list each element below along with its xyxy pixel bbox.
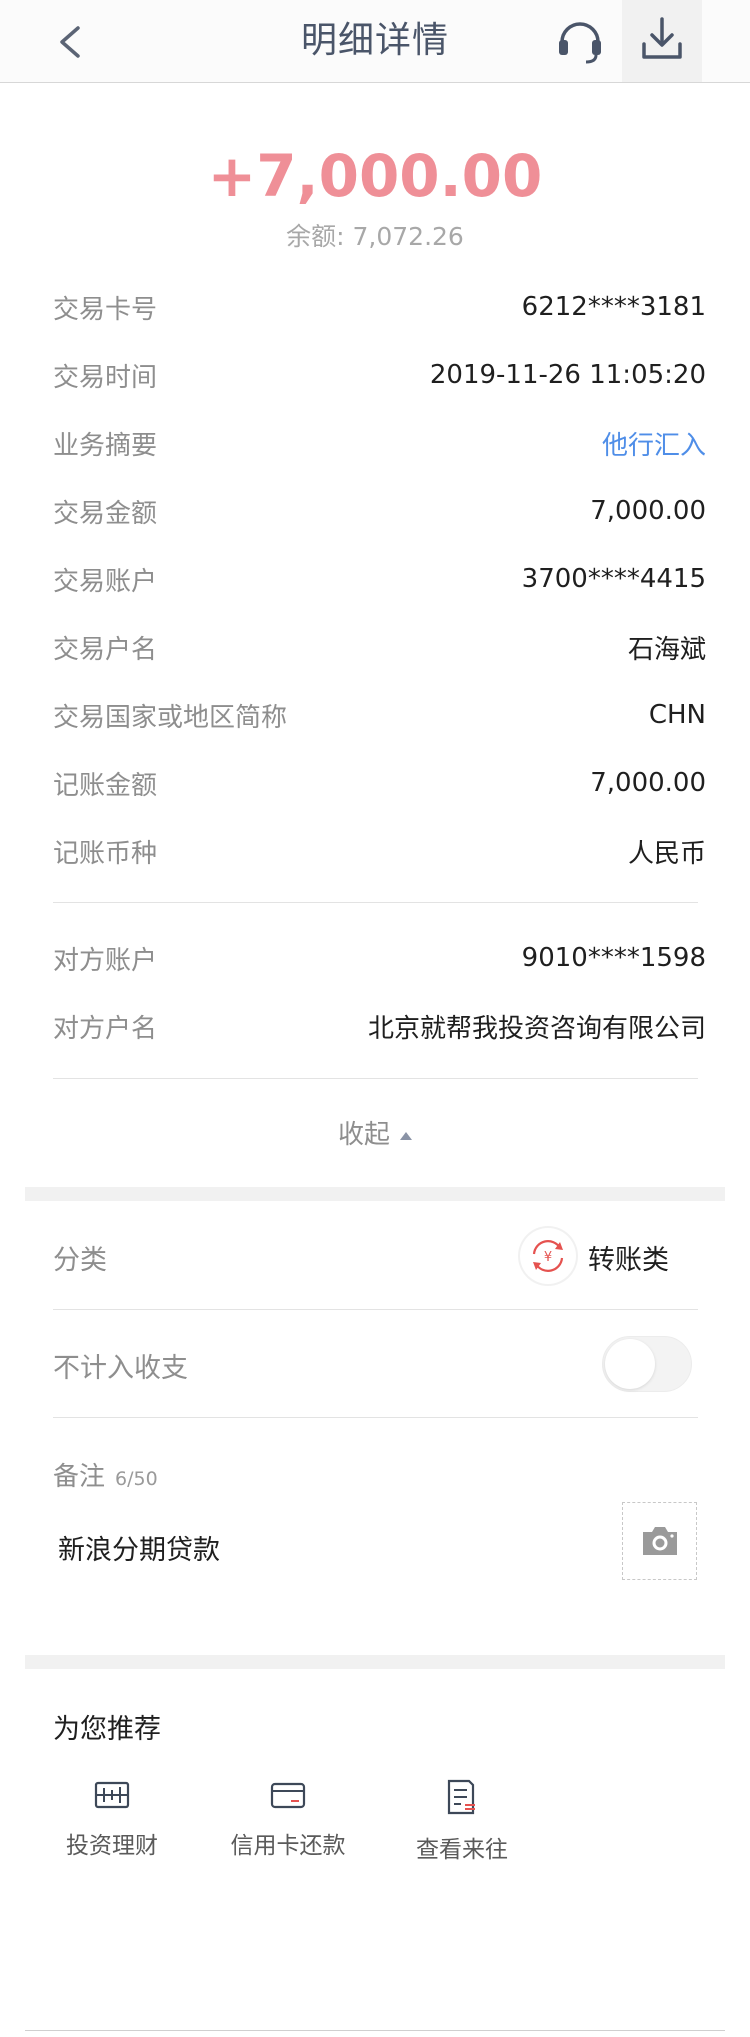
- detail-label: 交易时间: [53, 362, 158, 393]
- transaction-detail-page: 明细详情 +7,000.00 余额: 7,072.26 交易卡号 6212***…: [0, 0, 750, 2037]
- note-char-count: 6/50: [115, 1468, 158, 1490]
- detail-value: 2019-11-26 11:05:20: [429, 360, 706, 390]
- detail-label: 交易金额: [53, 498, 158, 529]
- account-balance: 余额: 7,072.26: [286, 222, 464, 251]
- section-divider: [53, 1078, 698, 1079]
- detail-label: 对方账户: [53, 945, 158, 976]
- transfer-icon: ¥: [532, 1240, 564, 1272]
- section-divider: [53, 1417, 698, 1418]
- records-icon: [447, 1779, 475, 1815]
- recommend-credit-card[interactable]: 信用卡还款: [218, 1778, 358, 1860]
- headset-icon: [559, 22, 601, 64]
- collapse-button[interactable]: 收起: [0, 1114, 750, 1151]
- detail-label: 交易账户: [53, 566, 158, 597]
- download-icon: [642, 17, 682, 59]
- detail-value: 7,000.00: [590, 768, 706, 798]
- detail-label: 交易户名: [53, 634, 158, 665]
- detail-label: 交易卡号: [53, 294, 158, 325]
- detail-value: CHN: [648, 700, 706, 730]
- recommend-label: 查看来往: [416, 1837, 508, 1863]
- caret-up-icon: [400, 1131, 412, 1140]
- recommend-label: 信用卡还款: [230, 1833, 346, 1859]
- detail-label: 对方户名: [53, 1013, 158, 1044]
- recommend-label: 投资理财: [66, 1833, 158, 1859]
- detail-value-link[interactable]: 他行汇入: [602, 425, 706, 462]
- collapse-label: 收起: [337, 1120, 390, 1150]
- investment-icon: [94, 1781, 130, 1809]
- detail-row-summary: 业务摘要 他行汇入: [53, 423, 706, 463]
- bottom-divider: [25, 2030, 725, 2031]
- recommend-records[interactable]: 查看来往: [392, 1778, 532, 1864]
- exclude-toggle[interactable]: [602, 1336, 692, 1392]
- category-value[interactable]: 转账类: [588, 1238, 669, 1277]
- detail-row-booked-amount: 记账金额 7,000.00: [53, 763, 706, 803]
- detail-row-account-name: 交易户名 石海斌: [53, 627, 706, 667]
- detail-label: 记账币种: [53, 838, 158, 869]
- transaction-amount: +7,000.00: [207, 142, 543, 210]
- detail-row-counterparty-name: 对方户名 北京就帮我投资咨询有限公司: [53, 1006, 706, 1046]
- detail-label: 业务摘要: [53, 430, 158, 461]
- detail-row-amount: 交易金额 7,000.00: [53, 491, 706, 531]
- detail-value: 北京就帮我投资咨询有限公司: [367, 1013, 706, 1044]
- category-selector[interactable]: ¥: [520, 1228, 576, 1284]
- top-nav-bar: 明细详情: [0, 0, 750, 83]
- section-separator: [25, 1187, 725, 1201]
- detail-label: 记账金额: [53, 770, 158, 801]
- svg-text:¥: ¥: [544, 1250, 552, 1265]
- camera-icon: [643, 1527, 677, 1555]
- add-photo-button[interactable]: [622, 1502, 697, 1580]
- category-label: 分类: [53, 1245, 107, 1276]
- section-divider: [53, 902, 698, 903]
- detail-label: 交易国家或地区简称: [53, 702, 288, 733]
- recommend-title: 为您推荐: [53, 1714, 161, 1745]
- exclude-label: 不计入收支: [53, 1353, 188, 1384]
- detail-value: 9010****1598: [521, 943, 706, 973]
- detail-row-counterparty-account: 对方账户 9010****1598: [53, 938, 706, 978]
- download-button[interactable]: [622, 0, 702, 82]
- section-separator: [25, 1655, 725, 1669]
- detail-value: 人民币: [627, 838, 706, 869]
- recommend-investment[interactable]: 投资理财: [42, 1778, 182, 1860]
- note-heading: 备注 6/50: [53, 1456, 158, 1493]
- section-divider: [53, 1309, 698, 1310]
- detail-value: 6212****3181: [521, 292, 706, 322]
- detail-row-country: 交易国家或地区简称 CHN: [53, 695, 706, 735]
- toggle-knob: [605, 1339, 655, 1389]
- note-label: 备注: [53, 1462, 106, 1492]
- customer-service-button[interactable]: [552, 12, 608, 68]
- credit-card-icon: [270, 1782, 306, 1809]
- detail-value: 3700****4415: [521, 564, 706, 594]
- detail-row-time: 交易时间 2019-11-26 11:05:20: [53, 355, 706, 395]
- detail-value: 石海斌: [627, 634, 706, 665]
- detail-row-account: 交易账户 3700****4415: [53, 559, 706, 599]
- detail-row-currency: 记账币种 人民币: [53, 831, 706, 871]
- detail-value: 7,000.00: [590, 496, 706, 526]
- note-input[interactable]: 新浪分期贷款: [58, 1528, 220, 1567]
- detail-row-card-number: 交易卡号 6212****3181: [53, 287, 706, 327]
